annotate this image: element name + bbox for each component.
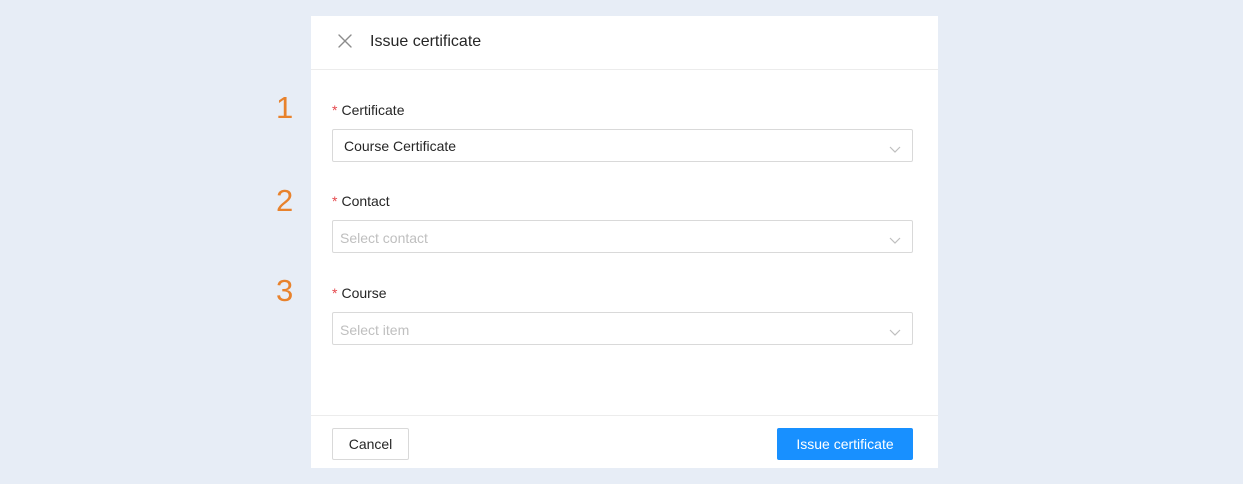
step-number-3: 3	[276, 273, 294, 308]
certificate-select[interactable]: Course Certificate	[332, 129, 913, 162]
certificate-field-label: * Certificate	[332, 101, 404, 119]
contact-field-label: * Contact	[332, 192, 390, 210]
course-field-label: * Course	[332, 284, 387, 302]
chevron-down-icon	[889, 324, 901, 336]
required-mark: *	[332, 102, 338, 118]
close-icon[interactable]	[336, 32, 354, 50]
modal-header: Issue certificate	[311, 16, 938, 70]
chevron-down-icon	[889, 141, 901, 153]
issue-certificate-modal: Issue certificate * Certificate Course Ce…	[311, 16, 938, 468]
required-mark: *	[332, 193, 338, 209]
contact-select-placeholder: Select contact	[340, 230, 428, 246]
certificate-select-value: Course Certificate	[344, 138, 457, 154]
step-number-2: 2	[276, 183, 294, 218]
chevron-down-icon	[889, 232, 901, 244]
course-label-text: Course	[341, 285, 387, 301]
contact-label-text: Contact	[341, 193, 390, 209]
course-select-placeholder: Select item	[340, 322, 410, 338]
cancel-button[interactable]: Cancel	[332, 428, 409, 460]
modal-title: Issue certificate	[370, 33, 482, 50]
course-select[interactable]: Select item	[332, 312, 913, 345]
modal-footer: Cancel Issue certificate	[311, 415, 938, 468]
issue-certificate-button[interactable]: Issue certificate	[777, 428, 913, 460]
contact-select[interactable]: Select contact	[332, 220, 913, 253]
certificate-label-text: Certificate	[341, 102, 405, 118]
required-mark: *	[332, 285, 338, 301]
step-number-1: 1	[276, 90, 294, 125]
